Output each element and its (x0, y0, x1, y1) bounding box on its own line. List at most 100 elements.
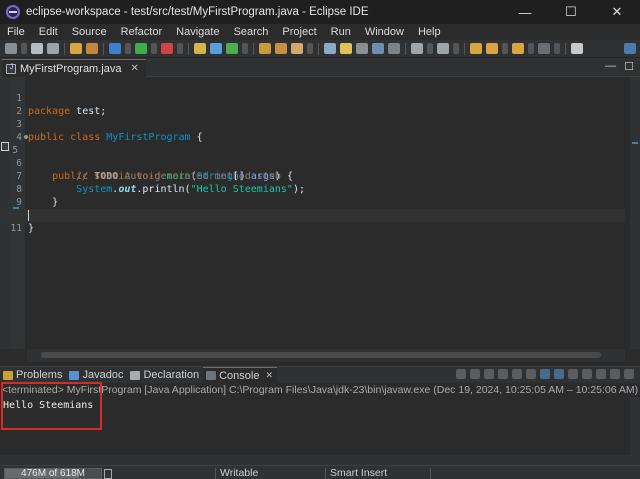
debug-dropdown-icon[interactable] (125, 43, 131, 54)
next-annotation-dropdown-icon[interactable] (427, 43, 433, 54)
pencil-icon[interactable] (275, 43, 287, 54)
minimize-button[interactable]: — (502, 0, 548, 24)
new-java-project-icon[interactable] (194, 43, 206, 54)
scrollbar-thumb[interactable] (41, 352, 601, 358)
pin-editor-icon[interactable] (538, 43, 550, 54)
override-marker-icon (24, 135, 28, 139)
new-class-icon[interactable] (226, 43, 238, 54)
highlight-icon[interactable] (340, 43, 352, 54)
tab-myfirstprogram[interactable]: MyFirstProgram.java ✕ (2, 59, 146, 77)
brush-dropdown-icon[interactable] (307, 43, 313, 54)
heap-status[interactable]: 476M of 618M (4, 468, 102, 479)
code-line: 7 System.out.println("Hello Steemians"); (0, 157, 625, 195)
pin-console-icon[interactable] (568, 369, 578, 379)
menu-help[interactable]: Help (411, 26, 448, 38)
code-line: 6 // TODO Auto-generated method stub (0, 144, 625, 182)
clear-console-icon[interactable] (498, 369, 508, 379)
menu-refactor[interactable]: Refactor (114, 26, 170, 38)
editor-horizontal-scrollbar[interactable] (27, 349, 625, 361)
window-title: eclipse-workspace - test/src/test/MyFirs… (26, 6, 369, 18)
new-class-dropdown-icon[interactable] (242, 43, 248, 54)
new-dropdown-icon[interactable] (21, 43, 27, 54)
code-line: 3 public class MyFirstProgram { (0, 105, 625, 143)
tab-problems[interactable]: Problems (0, 367, 66, 384)
word-wrap-icon[interactable] (372, 43, 384, 54)
block-selection-icon[interactable] (356, 43, 368, 54)
menu-project[interactable]: Project (275, 26, 323, 38)
maximize-button[interactable]: ☐ (548, 0, 594, 24)
close-button[interactable]: ✕ (594, 0, 640, 24)
maximize-editor-icon[interactable]: ☐ (624, 60, 634, 73)
title-bar: eclipse-workspace - test/src/test/MyFirs… (0, 0, 640, 24)
pin-dropdown-icon[interactable] (554, 43, 560, 54)
code-line: 9 (0, 183, 625, 208)
previous-annotation-icon[interactable] (437, 43, 449, 54)
tab-javadoc[interactable]: Javadoc (66, 367, 127, 384)
open-perspective-icon[interactable] (571, 43, 583, 54)
toolbar-separator (405, 42, 406, 55)
show-on-stderr-icon[interactable] (554, 369, 564, 379)
show-on-stdout-icon[interactable] (540, 369, 550, 379)
display-console-icon[interactable] (582, 369, 592, 379)
close-tab-icon[interactable]: ✕ (130, 63, 138, 74)
menu-bar: File Edit Source Refactor Navigate Searc… (0, 24, 640, 40)
close-tab-icon[interactable]: ✕ (265, 370, 273, 381)
open-type-icon[interactable] (70, 43, 82, 54)
external-tools-dropdown-icon[interactable] (177, 43, 183, 54)
java-perspective-icon[interactable] (624, 43, 636, 54)
status-separator (430, 468, 431, 479)
terminate-icon[interactable] (456, 369, 466, 379)
debug-icon[interactable] (109, 43, 121, 54)
tab-declaration[interactable]: Declaration (127, 367, 203, 384)
tab-label: Problems (16, 369, 63, 381)
forward-icon[interactable] (512, 43, 524, 54)
open-folder-icon[interactable] (259, 43, 271, 54)
code-text: } (28, 223, 35, 234)
forward-dropdown-icon[interactable] (528, 43, 534, 54)
minimize-editor-icon[interactable]: — (605, 60, 616, 73)
console-horizontal-scrollbar[interactable] (0, 455, 640, 465)
insert-mode-status: Smart Insert (330, 467, 388, 479)
brush-icon[interactable] (291, 43, 303, 54)
open-task-icon[interactable] (86, 43, 98, 54)
next-annotation-icon[interactable] (411, 43, 423, 54)
remove-launch-icon[interactable] (470, 369, 480, 379)
console-vertical-scrollbar[interactable] (630, 397, 640, 455)
overview-ruler[interactable] (630, 77, 640, 349)
back-icon[interactable] (486, 43, 498, 54)
save-icon[interactable] (31, 43, 43, 54)
code-line: 8 } (0, 170, 625, 208)
minimize-panel-icon[interactable] (610, 369, 620, 379)
last-edit-icon[interactable] (470, 43, 482, 54)
new-package-icon[interactable] (210, 43, 222, 54)
menu-search[interactable]: Search (227, 26, 276, 38)
code-editor[interactable]: 1 package test; 2 3 public class MyFirst… (0, 77, 640, 361)
run-icon[interactable] (135, 43, 147, 54)
menu-edit[interactable]: Edit (32, 26, 65, 38)
show-whitespace-icon[interactable] (388, 43, 400, 54)
tab-console[interactable]: Console ✕ (203, 366, 277, 384)
menu-window[interactable]: Window (358, 26, 411, 38)
text-caret (28, 210, 29, 221)
back-dropdown-icon[interactable] (502, 43, 508, 54)
garbage-collect-icon[interactable] (104, 469, 112, 479)
run-dropdown-icon[interactable] (151, 43, 157, 54)
scroll-lock-icon[interactable] (512, 369, 522, 379)
open-console-icon[interactable] (596, 369, 606, 379)
menu-file[interactable]: File (0, 26, 32, 38)
toggle-mark-icon[interactable] (324, 43, 336, 54)
remove-all-terminated-icon[interactable] (484, 369, 494, 379)
word-wrap-icon[interactable] (526, 369, 536, 379)
external-tools-icon[interactable] (161, 43, 173, 54)
menu-source[interactable]: Source (65, 26, 114, 38)
maximize-panel-icon[interactable] (624, 369, 634, 379)
new-icon[interactable] (5, 43, 17, 54)
menu-navigate[interactable]: Navigate (169, 26, 226, 38)
tab-label: Declaration (143, 369, 200, 381)
toolbar-separator (253, 42, 254, 55)
save-all-icon[interactable] (47, 43, 59, 54)
previous-annotation-dropdown-icon[interactable] (453, 43, 459, 54)
status-bar: 476M of 618M Writable Smart Insert (0, 465, 640, 479)
overview-task-mark[interactable] (632, 142, 638, 144)
menu-run[interactable]: Run (324, 26, 358, 38)
